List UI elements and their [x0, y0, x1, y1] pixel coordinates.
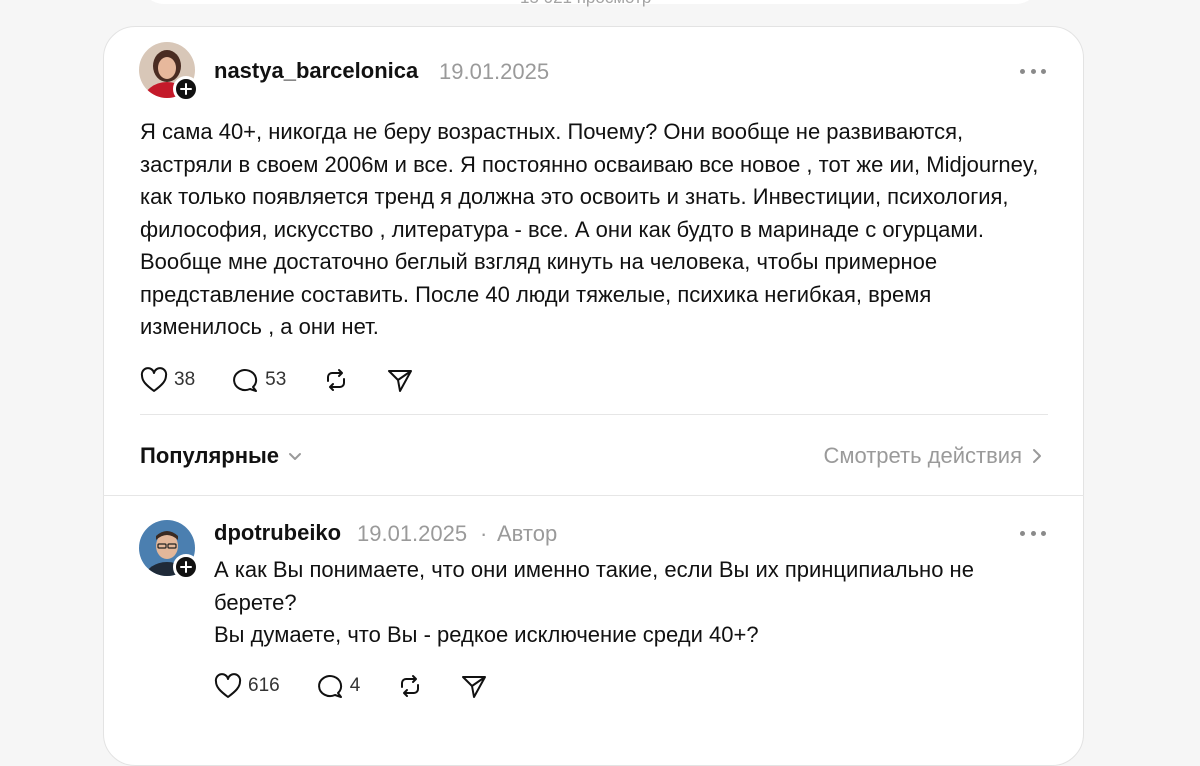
- like-button[interactable]: 38: [140, 367, 195, 393]
- reply-username[interactable]: dpotrubeiko: [214, 520, 341, 546]
- reply-text: А как Вы понимаете, что они именно такие…: [214, 554, 1034, 652]
- follow-button[interactable]: [173, 76, 199, 102]
- post-actions: 38 53: [140, 367, 450, 393]
- share-button[interactable]: [460, 673, 488, 699]
- author-badge: Автор: [497, 521, 558, 546]
- comment-button[interactable]: 4: [316, 673, 361, 699]
- more-dots-icon: [1020, 68, 1025, 74]
- reply-separator: ·: [480, 521, 488, 546]
- reply-more-button[interactable]: [1020, 528, 1046, 538]
- reply-avatar[interactable]: [139, 520, 199, 580]
- sort-label: Популярные: [140, 443, 280, 468]
- send-icon: [462, 676, 487, 698]
- reply-date: 19.01.2025: [357, 521, 468, 546]
- plus-icon: [180, 561, 192, 573]
- repost-icon: [327, 369, 346, 391]
- heart-icon: [140, 367, 168, 392]
- view-activity-link[interactable]: Смотреть действия: [823, 443, 1044, 469]
- more-dots-icon: [1020, 530, 1025, 536]
- post-date: 19.01.2025: [439, 59, 550, 84]
- like-button[interactable]: 616: [214, 673, 280, 699]
- section-divider: [103, 495, 1084, 496]
- comment-bubble-icon: [233, 369, 258, 392]
- post-more-button[interactable]: [1020, 66, 1046, 76]
- repost-icon: [401, 675, 420, 697]
- send-icon: [388, 370, 413, 392]
- sort-dropdown[interactable]: Популярные: [140, 443, 303, 469]
- post-avatar[interactable]: [139, 42, 199, 102]
- like-count: 616: [248, 675, 280, 696]
- comment-count: 53: [265, 369, 287, 390]
- reply-line-1: А как Вы понимаете, что они именно такие…: [214, 557, 981, 615]
- actions-divider: [140, 414, 1048, 415]
- views-count: 15 021 просмотр: [520, 0, 651, 8]
- share-button[interactable]: [386, 367, 414, 393]
- comment-count: 4: [349, 675, 361, 696]
- plus-icon: [180, 83, 192, 95]
- post-text: Я сама 40+, никогда не беру возрастных. …: [140, 119, 1039, 339]
- post-username[interactable]: nastya_barcelonica: [214, 58, 418, 84]
- comment-bubble-icon: [317, 675, 342, 698]
- repost-button[interactable]: [396, 673, 424, 699]
- chevron-right-icon: [1033, 449, 1041, 463]
- reply-line-2: Вы думаете, что Вы - редкое исключение с…: [214, 622, 759, 647]
- view-activity-label: Смотреть действия: [823, 443, 1022, 468]
- heart-icon: [214, 673, 242, 698]
- follow-button[interactable]: [173, 554, 199, 580]
- like-count: 38: [174, 369, 196, 390]
- chevron-down-icon: [289, 453, 302, 460]
- repost-button[interactable]: [322, 367, 350, 393]
- reply-actions: 616 4: [214, 673, 524, 699]
- comment-button[interactable]: 53: [231, 367, 286, 393]
